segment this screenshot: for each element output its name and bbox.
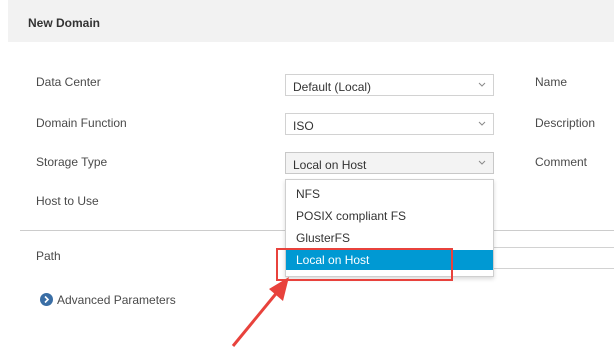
domain-function-select[interactable]: ISO <box>285 113 494 135</box>
data-center-value: Default (Local) <box>293 80 372 94</box>
description-label: Description <box>535 116 596 130</box>
domain-function-label: Domain Function <box>36 116 127 130</box>
storage-type-label: Storage Type <box>36 155 108 169</box>
dialog-title: New Domain <box>28 16 101 30</box>
host-to-use-label: Host to Use <box>36 194 99 208</box>
annotation-arrow <box>231 277 289 347</box>
chevron-down-icon <box>477 116 487 135</box>
dialog-header: New Domain <box>8 0 614 42</box>
storage-type-value: Local on Host <box>293 158 367 172</box>
name-label: Name <box>535 75 568 89</box>
highlight-box <box>276 248 453 281</box>
storage-type-select[interactable]: Local on Host <box>285 152 494 174</box>
dropdown-option-nfs[interactable]: NFS <box>286 184 493 204</box>
advanced-parameters-link[interactable]: Advanced Parameters <box>57 293 176 307</box>
path-label: Path <box>36 249 61 263</box>
dropdown-option-glusterfs[interactable]: GlusterFS <box>286 228 493 248</box>
dropdown-option-posix[interactable]: POSIX compliant FS <box>286 206 493 226</box>
data-center-label: Data Center <box>36 75 101 89</box>
domain-function-value: ISO <box>293 119 314 133</box>
chevron-down-icon <box>477 77 487 96</box>
comment-label: Comment <box>535 155 588 169</box>
chevron-right-circle-icon[interactable] <box>40 293 53 306</box>
data-center-select[interactable]: Default (Local) <box>285 74 494 96</box>
chevron-down-icon <box>477 155 487 174</box>
